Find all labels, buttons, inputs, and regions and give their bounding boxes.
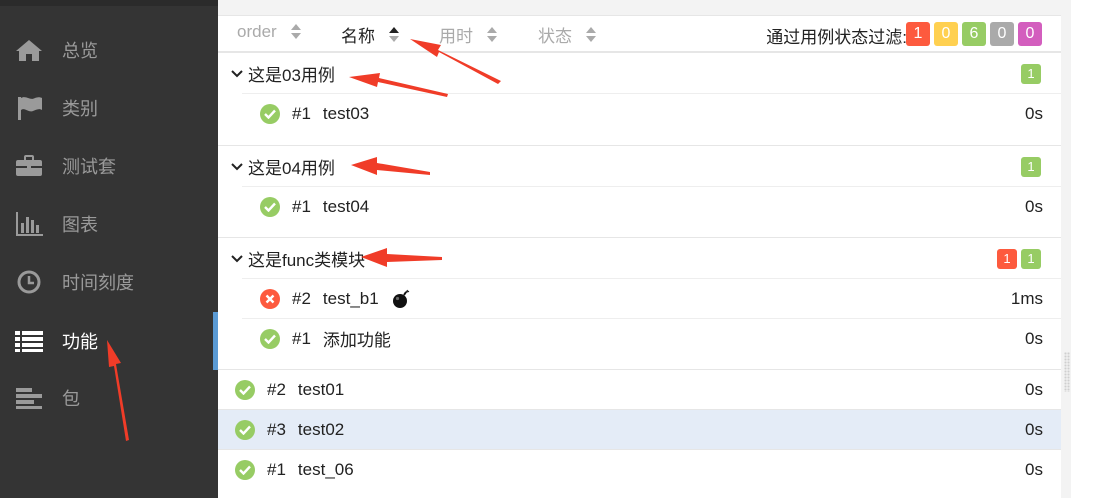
filter-unknown-badge[interactable]: 0 [1018, 22, 1042, 46]
case-order: #1 [292, 103, 311, 123]
sidebar-item-categories[interactable]: 类别 [0, 79, 218, 137]
passed-check-icon [260, 103, 280, 124]
test-case-row[interactable]: #2 test01 0s [218, 369, 1061, 409]
case-duration: 0s [1025, 328, 1043, 348]
sort-label: 状态 [538, 27, 572, 46]
sidebar-item-label: 测试套 [62, 157, 116, 177]
case-name: test03 [322, 103, 370, 123]
panel-top-strip [218, 0, 1061, 16]
behaviors-tree-panel: order 名称 用时 状态 通过用例状态过滤: 1 0 6 0 0 这是03用… [218, 0, 1061, 498]
case-name: test01 [297, 379, 345, 399]
sort-ascending-icon [389, 26, 399, 44]
sidebar-item-label: 总览 [62, 41, 98, 61]
test-case-row-selected[interactable]: #3 test02 0s [218, 409, 1061, 449]
tree-group[interactable]: 这是03用例 1 [218, 52, 1061, 94]
passed-count-badge: 1 [1021, 64, 1041, 84]
sort-arrows-icon [487, 26, 497, 44]
chevron-down-icon[interactable] [230, 252, 244, 266]
sort-arrows-icon [586, 26, 596, 44]
sidebar-item-label: 功能 [62, 332, 98, 352]
flaky-bomb-icon [391, 289, 411, 309]
test-case-row[interactable]: #1 test_06 0s [218, 449, 1061, 489]
case-order: #3 [267, 419, 286, 439]
sidebar-item-label: 类别 [62, 99, 98, 119]
group-status-counts: 1 [1021, 157, 1041, 177]
case-duration: 0s [1025, 379, 1043, 399]
case-order: #1 [267, 459, 286, 479]
sort-label: order [237, 22, 277, 41]
case-duration: 0s [1025, 459, 1043, 479]
group-title: 这是04用例 [248, 159, 335, 178]
chevron-down-icon[interactable] [230, 160, 244, 174]
tree-group[interactable]: 这是func类模块 1 1 [218, 237, 1061, 279]
case-duration: 0s [1025, 103, 1043, 123]
tree-toolbar: order 名称 用时 状态 通过用例状态过滤: 1 0 6 0 0 [218, 16, 1061, 52]
sidebar-item-graphs[interactable]: 图表 [0, 195, 218, 253]
briefcase-icon [14, 153, 44, 179]
case-duration: 1ms [1010, 288, 1043, 308]
case-duration: 0s [1025, 196, 1043, 216]
failed-cross-icon [260, 288, 280, 309]
sidebar-item-timeline[interactable]: 时间刻度 [0, 253, 218, 311]
case-name: test_06 [297, 459, 354, 479]
sidebar-item-packages[interactable]: 包 [0, 369, 218, 427]
case-order: #1 [292, 328, 311, 348]
sidebar-top-strip [0, 0, 218, 6]
sidebar-item-overview[interactable]: 总览 [0, 21, 218, 79]
test-case-row[interactable]: #1 test04 0s [242, 186, 1061, 226]
sort-label: 用时 [439, 27, 473, 46]
home-icon [14, 37, 44, 63]
clock-icon [14, 269, 44, 295]
group-status-counts: 1 1 [997, 249, 1041, 269]
passed-check-icon [235, 419, 255, 440]
passed-count-badge: 1 [1021, 249, 1041, 269]
splitter-grip-icon[interactable] [1064, 352, 1070, 392]
bar-chart-icon [14, 211, 44, 237]
case-order: #2 [267, 379, 286, 399]
passed-check-icon [260, 196, 280, 217]
test-case-row[interactable]: #1 添加功能 0s [242, 318, 1061, 358]
align-left-icon [14, 385, 44, 411]
status-filter-label: 通过用例状态过滤: [766, 28, 907, 47]
flag-icon [14, 95, 44, 121]
filter-passed-badge[interactable]: 6 [962, 22, 986, 46]
sort-by-name[interactable]: 名称 [341, 22, 399, 47]
tree-group[interactable]: 这是04用例 1 [218, 145, 1061, 187]
sort-arrows-icon [290, 23, 301, 41]
sort-by-order[interactable]: order [237, 22, 301, 42]
test-case-row[interactable]: #1 test03 0s [242, 93, 1061, 133]
filter-skipped-badge[interactable]: 0 [990, 22, 1014, 46]
sidebar-item-label: 包 [62, 389, 80, 409]
list-icon [14, 328, 44, 354]
case-duration: 0s [1025, 419, 1043, 439]
sidebar-item-label: 时间刻度 [62, 273, 134, 293]
group-status-counts: 1 [1021, 64, 1041, 84]
case-name: test02 [297, 419, 345, 439]
group-title: 这是func类模块 [248, 251, 366, 270]
sidebar-item-suites[interactable]: 测试套 [0, 137, 218, 195]
case-order: #2 [292, 288, 311, 308]
chevron-down-icon[interactable] [230, 67, 244, 81]
sort-by-duration[interactable]: 用时 [439, 22, 497, 47]
passed-check-icon [235, 459, 255, 480]
case-name: test04 [322, 196, 370, 216]
pane-splitter[interactable] [1061, 0, 1071, 498]
failed-count-badge: 1 [997, 249, 1017, 269]
test-case-row[interactable]: #2 test_b1 1ms [242, 278, 1061, 318]
passed-check-icon [235, 379, 255, 400]
sort-label: 名称 [341, 27, 375, 46]
case-name: test_b1 [322, 288, 379, 308]
filter-broken-badge[interactable]: 0 [934, 22, 958, 46]
passed-count-badge: 1 [1021, 157, 1041, 177]
sidebar-item-behaviors[interactable]: 功能 [0, 312, 218, 370]
sort-by-status[interactable]: 状态 [538, 22, 596, 47]
group-title: 这是03用例 [248, 66, 335, 85]
status-filter-badges: 1 0 6 0 0 [906, 22, 1042, 46]
sidebar-item-label: 图表 [62, 215, 98, 235]
sidebar: 总览 类别 测试套 图表 时间刻度 功能 包 [0, 0, 218, 498]
passed-check-icon [260, 328, 280, 349]
case-name: 添加功能 [322, 331, 391, 350]
case-order: #1 [292, 196, 311, 216]
filter-failed-badge[interactable]: 1 [906, 22, 930, 46]
